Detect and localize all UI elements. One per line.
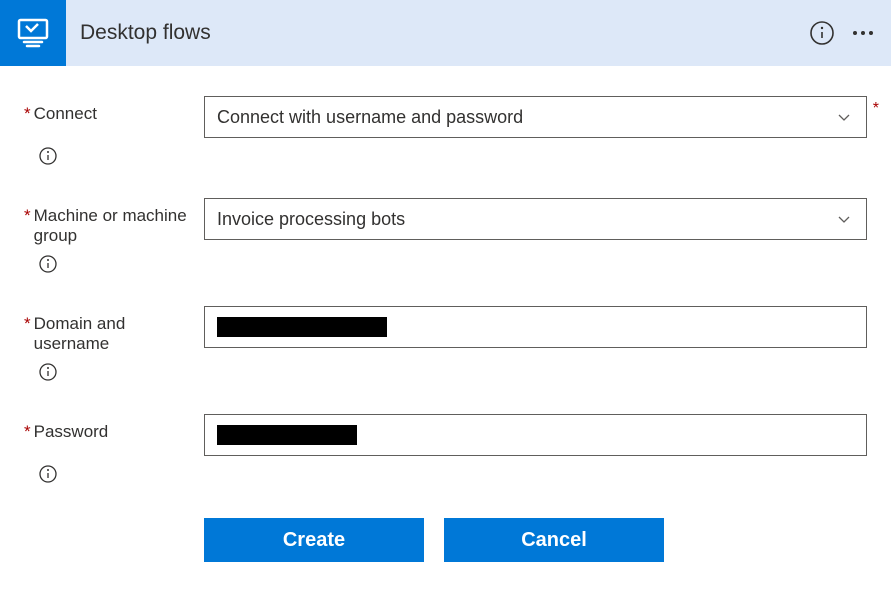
- domain-info[interactable]: [38, 362, 867, 386]
- required-asterisk: *: [24, 206, 31, 226]
- connect-label: * Connect: [24, 96, 204, 124]
- connect-row: * Connect Connect with username and pass…: [24, 96, 867, 138]
- required-asterisk: *: [24, 314, 31, 334]
- connect-info[interactable]: [38, 146, 867, 170]
- domain-row: * Domain and username: [24, 306, 867, 354]
- app-logo: [0, 0, 66, 66]
- info-icon: [38, 254, 58, 274]
- chevron-down-icon: [834, 209, 854, 229]
- connect-select[interactable]: Connect with username and password: [204, 96, 867, 138]
- required-asterisk: *: [24, 422, 31, 442]
- required-asterisk: *: [873, 100, 879, 118]
- password-label: * Password: [24, 414, 204, 442]
- info-icon: [38, 146, 58, 166]
- cancel-button[interactable]: Cancel: [444, 518, 664, 562]
- machine-label-text: Machine or machine group: [34, 206, 204, 246]
- info-icon: [38, 362, 58, 382]
- machine-value: Invoice processing bots: [217, 209, 405, 230]
- chevron-down-icon: [834, 107, 854, 127]
- required-asterisk: *: [24, 104, 31, 124]
- redacted-value: [217, 425, 357, 445]
- domain-username-field[interactable]: [204, 306, 867, 348]
- machine-select[interactable]: Invoice processing bots: [204, 198, 867, 240]
- connect-value: Connect with username and password: [217, 107, 523, 128]
- machine-row: * Machine or machine group Invoice proce…: [24, 198, 867, 246]
- info-icon: [38, 464, 58, 484]
- password-label-text: Password: [34, 422, 109, 442]
- password-field[interactable]: [204, 414, 867, 456]
- password-row: * Password: [24, 414, 867, 456]
- more-actions-icon[interactable]: [849, 19, 877, 47]
- password-info[interactable]: [38, 464, 867, 488]
- button-row: Create Cancel: [204, 518, 867, 562]
- redacted-value: [217, 317, 387, 337]
- form-body: * Connect Connect with username and pass…: [0, 66, 891, 586]
- connect-label-text: Connect: [34, 104, 97, 124]
- machine-info[interactable]: [38, 254, 867, 278]
- header: Desktop flows: [0, 0, 891, 66]
- machine-label: * Machine or machine group: [24, 198, 204, 246]
- domain-label-text: Domain and username: [34, 314, 204, 354]
- page-title: Desktop flows: [80, 21, 211, 45]
- domain-label: * Domain and username: [24, 306, 204, 354]
- create-button[interactable]: Create: [204, 518, 424, 562]
- info-header-icon[interactable]: [809, 20, 835, 46]
